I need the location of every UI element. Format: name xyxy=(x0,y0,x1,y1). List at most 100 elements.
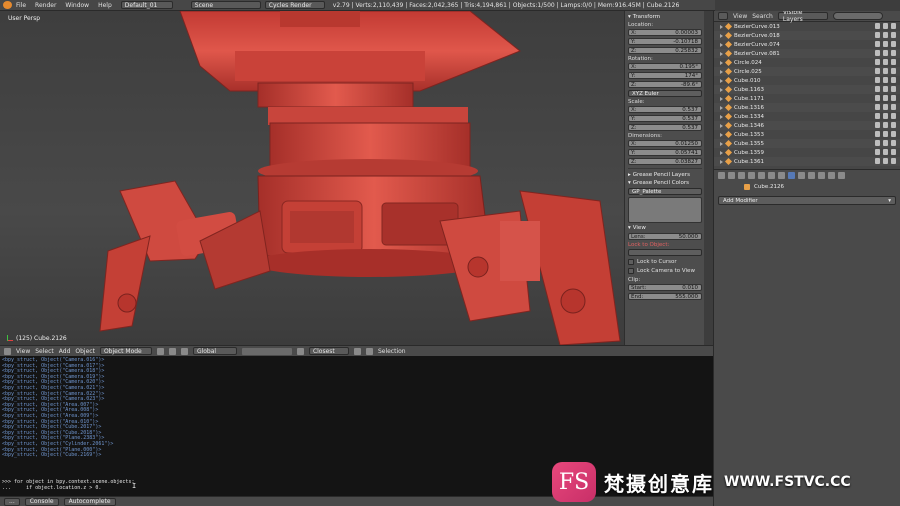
outliner-item[interactable]: Cube.1359 xyxy=(714,148,900,157)
expand-arrow-icon[interactable] xyxy=(720,96,723,101)
render-engine-selector[interactable]: Cycles Render xyxy=(264,1,325,9)
screen-layout-selector[interactable]: Default_01 xyxy=(120,1,173,9)
outliner-menu-search[interactable]: Search xyxy=(752,13,773,20)
dimensions-y-field[interactable]: Y: 0.05741 xyxy=(628,149,702,156)
clip-end-field[interactable]: End: 555.000 xyxy=(628,293,702,300)
expand-arrow-icon[interactable] xyxy=(720,42,723,47)
visibility-toggles[interactable] xyxy=(875,95,896,101)
visibility-toggles[interactable] xyxy=(875,77,896,83)
outliner-item[interactable]: BezierCurve.074 xyxy=(714,40,900,49)
rotation-y-field[interactable]: Y: 174° xyxy=(628,72,702,79)
visibility-toggles[interactable] xyxy=(875,41,896,47)
expand-arrow-icon[interactable] xyxy=(720,78,723,83)
particles-tab-icon[interactable] xyxy=(828,172,835,179)
expand-arrow-icon[interactable] xyxy=(720,51,723,56)
visibility-toggles[interactable] xyxy=(875,104,896,110)
view-section-header[interactable]: ▾ View xyxy=(628,225,702,231)
mode-selector[interactable]: Object Mode xyxy=(99,347,152,355)
autocomplete-button[interactable]: Autocomplete xyxy=(63,497,116,506)
visibility-toggles[interactable] xyxy=(875,149,896,155)
scale-y-field[interactable]: Y: 0.537 xyxy=(628,115,702,122)
expand-arrow-icon[interactable] xyxy=(720,69,723,74)
scene-tab-icon[interactable] xyxy=(748,172,755,179)
scale-x-field[interactable]: X: 0.537 xyxy=(628,106,702,113)
outliner-item[interactable]: Circle.024 xyxy=(714,58,900,67)
expand-arrow-icon[interactable] xyxy=(720,114,723,119)
expand-arrow-icon[interactable] xyxy=(720,33,723,38)
visibility-toggles[interactable] xyxy=(875,131,896,137)
visibility-toggles[interactable] xyxy=(875,23,896,29)
expand-arrow-icon[interactable] xyxy=(720,87,723,92)
snap-target-selector[interactable]: Closest xyxy=(308,347,349,355)
data-tab-icon[interactable] xyxy=(798,172,805,179)
visibility-toggles[interactable] xyxy=(875,32,896,38)
shading-icon[interactable] xyxy=(156,347,164,355)
material-tab-icon[interactable] xyxy=(808,172,815,179)
grease-pencil-layers-header[interactable]: ▸ Grease Pencil Layers xyxy=(628,172,702,178)
render-preview-icon[interactable] xyxy=(365,347,373,355)
transform-section-header[interactable]: ▾ Transform xyxy=(628,14,702,20)
pivot-icon[interactable] xyxy=(168,347,176,355)
visibility-toggles[interactable] xyxy=(875,50,896,56)
location-z-field[interactable]: Z: 0.25832 xyxy=(628,47,702,54)
location-x-field[interactable]: X: 0.00003 xyxy=(628,29,702,36)
console-input-line-2[interactable]: ... if object.location.z > 0. xyxy=(2,485,101,492)
dimensions-x-field[interactable]: X: 0.01250 xyxy=(628,140,702,147)
scale-z-field[interactable]: Z: 0.537 xyxy=(628,124,702,131)
outliner-item[interactable]: Cube.1334 xyxy=(714,112,900,121)
outliner-item[interactable]: Circle.025 xyxy=(714,67,900,76)
outliner-item[interactable]: Cube.1361 xyxy=(714,157,900,166)
visibility-toggles[interactable] xyxy=(875,122,896,128)
menu-select[interactable]: Select xyxy=(35,348,54,355)
outliner-item[interactable]: Cube.1346 xyxy=(714,121,900,130)
menu-help[interactable]: Help xyxy=(98,2,112,9)
rotation-z-field[interactable]: Z: -89.6° xyxy=(628,81,702,88)
outliner-type-button[interactable] xyxy=(718,12,728,20)
location-y-field[interactable]: Y: -0.10718 xyxy=(628,38,702,45)
visibility-toggles[interactable] xyxy=(875,140,896,146)
menu-view[interactable]: View xyxy=(16,348,30,355)
console-menu-button[interactable]: Console xyxy=(24,497,59,506)
menu-object[interactable]: Object xyxy=(75,348,95,355)
visibility-toggles[interactable] xyxy=(875,113,896,119)
snap-icon[interactable] xyxy=(296,347,304,355)
scene-selector[interactable]: Scene xyxy=(190,1,261,9)
rotation-x-field[interactable]: X: 0.195° xyxy=(628,63,702,70)
menu-window[interactable]: Window xyxy=(65,2,89,9)
menu-render[interactable]: Render xyxy=(35,2,56,9)
outliner-item[interactable]: Cube.1163 xyxy=(714,85,900,94)
editor-type-icon[interactable] xyxy=(718,172,725,179)
outliner-item[interactable]: BezierCurve.018 xyxy=(714,31,900,40)
transform-orientation-selector[interactable]: Global xyxy=(192,347,237,355)
lock-to-cursor-checkbox[interactable]: Lock to Cursor xyxy=(628,259,702,265)
visibility-toggles[interactable] xyxy=(875,68,896,74)
render-tab-icon[interactable] xyxy=(728,172,735,179)
gp-palette-select[interactable]: GP_Palette xyxy=(628,188,702,195)
outliner-display-mode[interactable]: Visible Layers xyxy=(777,11,828,23)
outliner-item[interactable]: Cube.1316 xyxy=(714,103,900,112)
lock-to-object-field[interactable] xyxy=(628,249,702,256)
dimensions-z-field[interactable]: Z: 0.03827 xyxy=(628,158,702,165)
texture-tab-icon[interactable] xyxy=(818,172,825,179)
expand-arrow-icon[interactable] xyxy=(720,150,723,155)
rotation-mode-select[interactable]: XYZ Euler xyxy=(628,90,702,97)
blender-logo-icon[interactable] xyxy=(3,1,12,9)
expand-arrow-icon[interactable] xyxy=(720,123,723,128)
object-tab-icon[interactable] xyxy=(768,172,775,179)
outliner-item[interactable]: Cube.1355 xyxy=(714,139,900,148)
world-tab-icon[interactable] xyxy=(758,172,765,179)
console-more-button[interactable]: ... xyxy=(4,497,20,506)
expand-arrow-icon[interactable] xyxy=(720,132,723,137)
clip-start-field[interactable]: Start: 0.010 xyxy=(628,284,702,291)
expand-arrow-icon[interactable] xyxy=(720,60,723,65)
lock-camera-checkbox[interactable]: Lock Camera to View xyxy=(628,268,702,274)
grease-pencil-colors-header[interactable]: ▾ Grease Pencil Colors xyxy=(628,180,702,186)
outliner-menu-view[interactable]: View xyxy=(733,13,747,20)
outliner-item[interactable]: Cube.1171 xyxy=(714,94,900,103)
3d-viewport[interactable]: User Persp (125) Cube.2126 xyxy=(0,11,624,345)
outliner-item[interactable]: Cube.1353 xyxy=(714,130,900,139)
layers-icon[interactable] xyxy=(241,347,292,355)
gp-palette-list[interactable] xyxy=(628,197,702,223)
outliner-search-input[interactable] xyxy=(832,12,883,20)
constraints-tab-icon[interactable] xyxy=(778,172,785,179)
